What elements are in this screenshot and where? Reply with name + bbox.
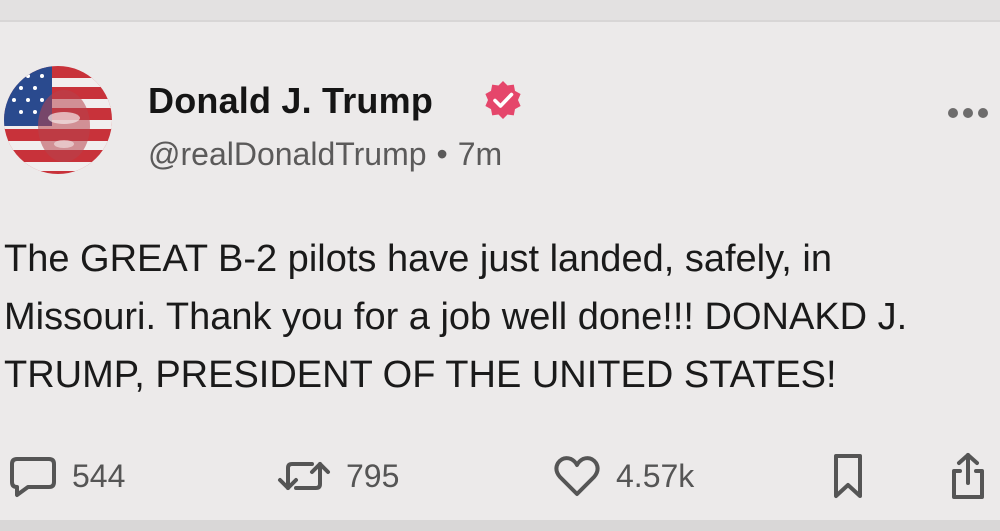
bookmark-button[interactable]	[828, 448, 868, 504]
reply-bubble-icon	[10, 457, 56, 497]
share-button[interactable]	[946, 448, 990, 504]
verified-badge-icon	[485, 81, 521, 119]
handle-line: @realDonaldTrump • 7m	[148, 136, 502, 173]
share-icon	[952, 453, 984, 499]
like-count: 4.57k	[616, 457, 695, 494]
post-text: The GREAT B-2 pilots have just landed, s…	[4, 238, 908, 396]
author-name[interactable]: Donald J. Trump	[148, 80, 433, 122]
repost-arrows-icon	[278, 462, 330, 490]
reply-count: 544	[72, 457, 126, 494]
reply-button[interactable]: 544	[8, 448, 125, 504]
heart-icon	[554, 456, 600, 496]
action-bar: 544 795 4.57k	[0, 448, 1000, 504]
bookmark-icon	[834, 454, 862, 498]
more-dots-icon[interactable]	[946, 106, 990, 120]
repost-button[interactable]: 795	[276, 448, 399, 504]
separator-dot: •	[436, 136, 448, 172]
avatar-image	[4, 66, 112, 174]
top-bar	[0, 0, 1000, 22]
author-handle[interactable]: @realDonaldTrump	[148, 136, 427, 172]
like-button[interactable]: 4.57k	[552, 448, 694, 504]
bottom-divider	[0, 520, 1000, 531]
repost-count: 795	[346, 457, 400, 494]
post-time[interactable]: 7m	[458, 136, 502, 172]
avatar[interactable]	[4, 66, 112, 174]
